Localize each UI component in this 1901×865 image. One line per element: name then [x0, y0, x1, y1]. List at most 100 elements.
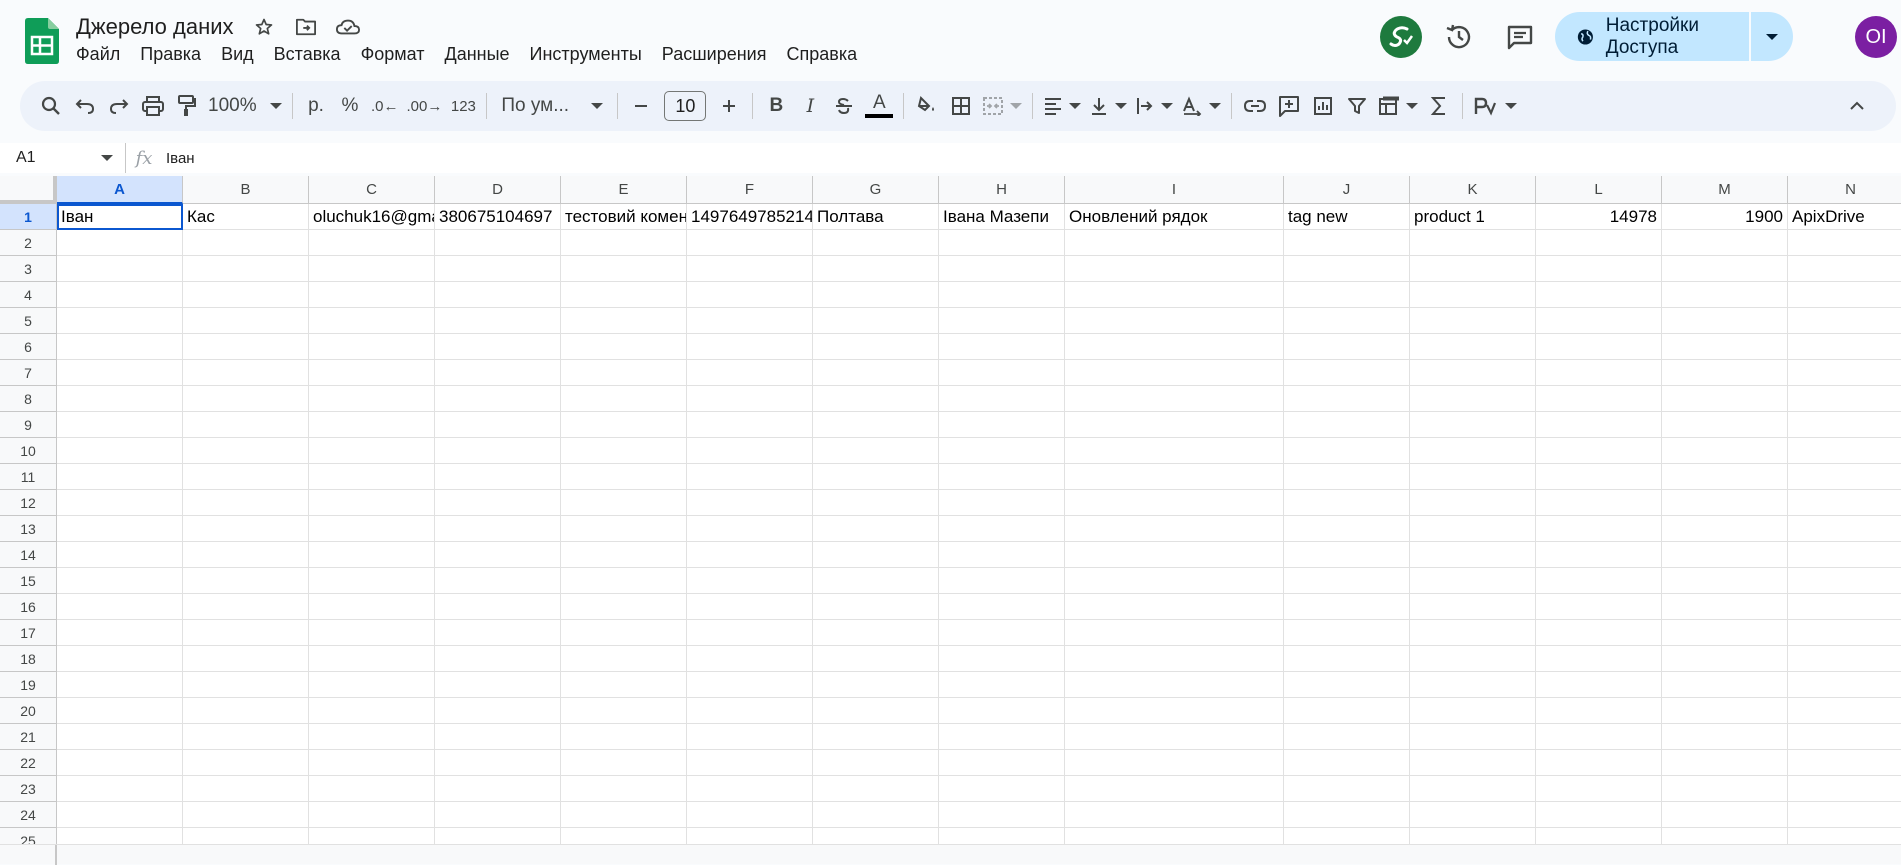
- column-header-j[interactable]: J: [1284, 176, 1410, 204]
- cell-f24[interactable]: [687, 802, 813, 828]
- cell-a23[interactable]: [57, 776, 183, 802]
- cell-j18[interactable]: [1284, 646, 1410, 672]
- cell-i15[interactable]: [1065, 568, 1284, 594]
- row-header-6[interactable]: 6: [0, 334, 57, 360]
- cell-m13[interactable]: [1662, 516, 1788, 542]
- row-header-19[interactable]: 19: [0, 672, 57, 698]
- cell-e12[interactable]: [561, 490, 687, 516]
- cell-e8[interactable]: [561, 386, 687, 412]
- cell-i24[interactable]: [1065, 802, 1284, 828]
- cell-d23[interactable]: [435, 776, 561, 802]
- filter-icon[interactable]: [1340, 88, 1374, 124]
- cell-j1[interactable]: tag new: [1284, 204, 1410, 230]
- cell-h24[interactable]: [939, 802, 1065, 828]
- cell-f21[interactable]: [687, 724, 813, 750]
- cell-g11[interactable]: [813, 464, 939, 490]
- redo-icon[interactable]: [102, 88, 136, 124]
- cell-h10[interactable]: [939, 438, 1065, 464]
- cell-a2[interactable]: [57, 230, 183, 256]
- cell-i4[interactable]: [1065, 282, 1284, 308]
- cell-g15[interactable]: [813, 568, 939, 594]
- filter-views-icon[interactable]: [1374, 88, 1422, 124]
- cell-n23[interactable]: [1788, 776, 1901, 802]
- cell-b8[interactable]: [183, 386, 309, 412]
- cell-n24[interactable]: [1788, 802, 1901, 828]
- cell-k9[interactable]: [1410, 412, 1536, 438]
- comments-icon[interactable]: [1503, 20, 1537, 54]
- column-header-f[interactable]: F: [687, 176, 813, 204]
- cell-n17[interactable]: [1788, 620, 1901, 646]
- cell-d8[interactable]: [435, 386, 561, 412]
- cell-f1[interactable]: 1497649785214: [687, 204, 813, 230]
- cell-a16[interactable]: [57, 594, 183, 620]
- cell-c6[interactable]: [309, 334, 435, 360]
- column-header-m[interactable]: M: [1662, 176, 1788, 204]
- format-currency-button[interactable]: р.: [299, 88, 333, 124]
- cell-b13[interactable]: [183, 516, 309, 542]
- cell-e4[interactable]: [561, 282, 687, 308]
- cell-a12[interactable]: [57, 490, 183, 516]
- cell-m19[interactable]: [1662, 672, 1788, 698]
- cell-n7[interactable]: [1788, 360, 1901, 386]
- cell-a17[interactable]: [57, 620, 183, 646]
- cell-k22[interactable]: [1410, 750, 1536, 776]
- cell-g23[interactable]: [813, 776, 939, 802]
- cell-j17[interactable]: [1284, 620, 1410, 646]
- cell-e14[interactable]: [561, 542, 687, 568]
- avatar[interactable]: OI: [1855, 16, 1897, 58]
- cell-n21[interactable]: [1788, 724, 1901, 750]
- more-formats-button[interactable]: 123: [446, 88, 480, 124]
- cell-a1[interactable]: Іван: [57, 204, 183, 230]
- column-header-l[interactable]: L: [1536, 176, 1662, 204]
- row-header-4[interactable]: 4: [0, 282, 57, 308]
- insert-link-icon[interactable]: [1238, 88, 1272, 124]
- cell-e17[interactable]: [561, 620, 687, 646]
- cell-f8[interactable]: [687, 386, 813, 412]
- cell-c17[interactable]: [309, 620, 435, 646]
- cell-c3[interactable]: [309, 256, 435, 282]
- cell-c13[interactable]: [309, 516, 435, 542]
- menu-extensions[interactable]: Расширения: [662, 44, 767, 65]
- move-folder-icon[interactable]: [294, 15, 318, 39]
- cell-c2[interactable]: [309, 230, 435, 256]
- cell-e6[interactable]: [561, 334, 687, 360]
- cell-i5[interactable]: [1065, 308, 1284, 334]
- addon-icon[interactable]: [1380, 16, 1422, 58]
- cell-k20[interactable]: [1410, 698, 1536, 724]
- cell-l24[interactable]: [1536, 802, 1662, 828]
- cell-i6[interactable]: [1065, 334, 1284, 360]
- print-icon[interactable]: [136, 88, 170, 124]
- cell-m17[interactable]: [1662, 620, 1788, 646]
- cell-d6[interactable]: [435, 334, 561, 360]
- cell-n10[interactable]: [1788, 438, 1901, 464]
- cell-j9[interactable]: [1284, 412, 1410, 438]
- cell-d13[interactable]: [435, 516, 561, 542]
- cell-b6[interactable]: [183, 334, 309, 360]
- cell-a10[interactable]: [57, 438, 183, 464]
- cell-k14[interactable]: [1410, 542, 1536, 568]
- font-size-increase-icon[interactable]: [712, 88, 746, 124]
- cell-c7[interactable]: [309, 360, 435, 386]
- cell-e3[interactable]: [561, 256, 687, 282]
- row-header-7[interactable]: 7: [0, 360, 57, 386]
- row-header-10[interactable]: 10: [0, 438, 57, 464]
- column-header-b[interactable]: B: [183, 176, 309, 204]
- cell-i16[interactable]: [1065, 594, 1284, 620]
- spreadsheet-grid[interactable]: ABCDEFGHIJKLMN 1ІванКасoluchuk16@gmail.co…: [0, 176, 1901, 864]
- cell-m4[interactable]: [1662, 282, 1788, 308]
- cell-l15[interactable]: [1536, 568, 1662, 594]
- cell-c11[interactable]: [309, 464, 435, 490]
- cell-f13[interactable]: [687, 516, 813, 542]
- cell-e23[interactable]: [561, 776, 687, 802]
- sheets-logo-icon[interactable]: [25, 18, 59, 64]
- cell-j6[interactable]: [1284, 334, 1410, 360]
- cell-j13[interactable]: [1284, 516, 1410, 542]
- column-header-a[interactable]: A: [57, 176, 183, 204]
- cell-j11[interactable]: [1284, 464, 1410, 490]
- document-title[interactable]: Джерело даних: [76, 14, 234, 40]
- row-header-17[interactable]: 17: [0, 620, 57, 646]
- cell-b24[interactable]: [183, 802, 309, 828]
- cell-d22[interactable]: [435, 750, 561, 776]
- cell-n8[interactable]: [1788, 386, 1901, 412]
- cell-b9[interactable]: [183, 412, 309, 438]
